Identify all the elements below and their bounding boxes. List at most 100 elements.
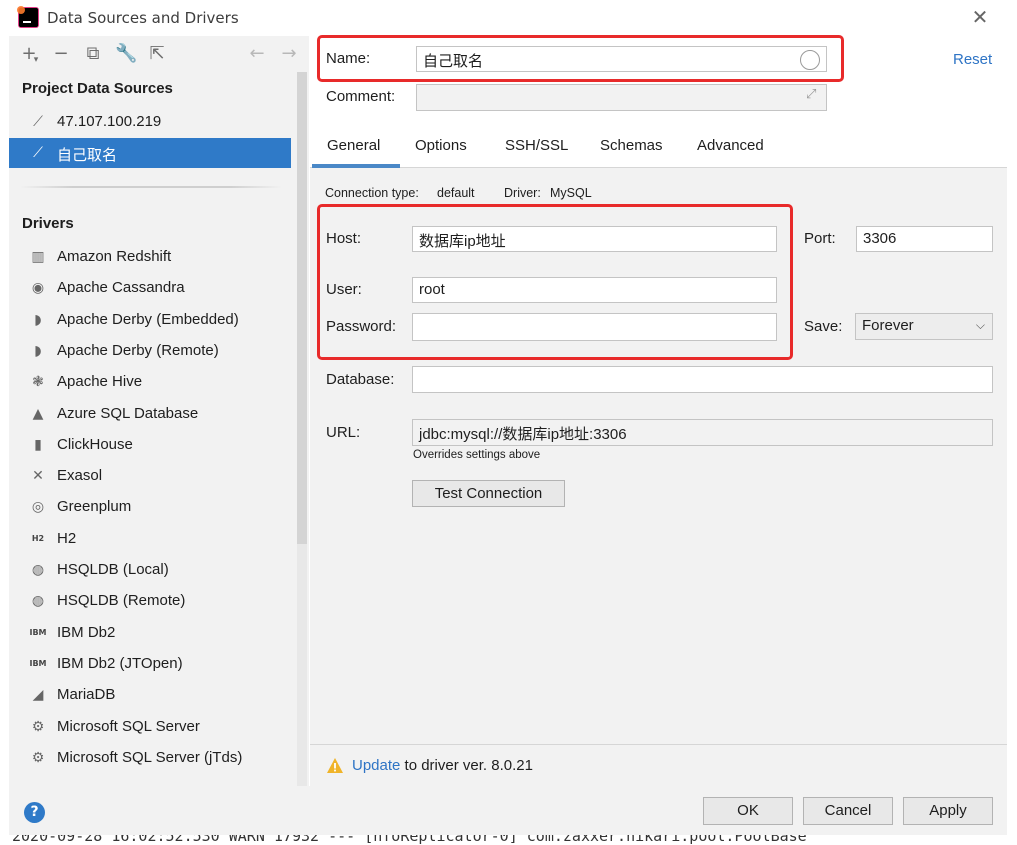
driver-item[interactable]: ▲ Azure SQL Database bbox=[9, 399, 291, 429]
ibm-db2-icon: IBM bbox=[29, 628, 47, 637]
driver-item[interactable]: ◢ MariaDB bbox=[9, 680, 291, 710]
driver-item[interactable]: ◎ Greenplum bbox=[9, 492, 291, 522]
clickhouse-bars-icon: ▮ bbox=[34, 437, 42, 453]
left-toolbar: + ▾ − ⧉ 🔧 ⇱ ← → bbox=[9, 36, 309, 72]
mysql-dolphin-icon: ⟋ bbox=[33, 145, 43, 161]
duplicate-icon[interactable]: ⧉ bbox=[83, 44, 103, 64]
connection-type-link[interactable]: default bbox=[437, 186, 475, 200]
url-note: Overrides settings above bbox=[413, 449, 541, 461]
remove-icon[interactable]: − bbox=[51, 44, 71, 64]
ibm-db2-icon: IBM bbox=[29, 659, 47, 668]
save-select-value: Forever bbox=[862, 317, 914, 334]
back-arrow-icon[interactable]: ← bbox=[247, 44, 267, 64]
driver-item[interactable]: ◍ HSQLDB (Local) bbox=[9, 555, 291, 585]
tab-ssh-ssl[interactable]: SSH/SSL bbox=[505, 137, 568, 154]
mariadb-seal-icon: ◢ bbox=[32, 687, 44, 703]
database-field[interactable] bbox=[412, 366, 993, 393]
data-source-item[interactable]: ⟋ 47.107.100.219 bbox=[9, 107, 291, 137]
driver-item[interactable]: ⚙ Microsoft SQL Server bbox=[9, 712, 291, 742]
sql-server-icon: ⚙ bbox=[31, 719, 45, 735]
background-console: 2020-09-28 16:02:52.530 WARN 17932 --- [… bbox=[0, 835, 1017, 845]
active-tab-indicator bbox=[312, 164, 400, 168]
driver-label: Amazon Redshift bbox=[57, 248, 172, 265]
driver-label: Driver: bbox=[504, 186, 541, 200]
driver-label: Exasol bbox=[57, 467, 103, 484]
data-source-label: 自己取名 bbox=[57, 147, 118, 164]
cancel-button[interactable]: Cancel bbox=[803, 797, 893, 825]
reset-link[interactable]: Reset bbox=[953, 51, 992, 68]
driver-item[interactable]: ◉ Apache Cassandra bbox=[9, 273, 291, 303]
port-label: Port: bbox=[804, 230, 836, 247]
driver-item[interactable]: ◗ Apache Derby (Embedded) bbox=[9, 305, 291, 335]
window-title: Data Sources and Drivers bbox=[47, 9, 239, 27]
driver-label: MariaDB bbox=[57, 686, 116, 703]
data-source-item[interactable]: ⟋ 自己取名 bbox=[9, 138, 291, 168]
driver-item[interactable]: ◍ HSQLDB (Remote) bbox=[9, 586, 291, 616]
port-field[interactable]: 3306 bbox=[856, 226, 993, 252]
tab-schemas[interactable]: Schemas bbox=[600, 137, 663, 154]
close-icon[interactable]: ✕ bbox=[970, 6, 990, 28]
driver-item[interactable]: ◗ Apache Derby (Remote) bbox=[9, 336, 291, 366]
greenplum-circle-icon: ◎ bbox=[31, 499, 45, 515]
comment-field[interactable] bbox=[416, 84, 827, 111]
hsqldb-icon: ◍ bbox=[31, 562, 45, 578]
connection-type-label: Connection type: bbox=[325, 186, 419, 200]
driver-item[interactable]: IBM IBM Db2 (JTOpen) bbox=[9, 649, 291, 679]
hive-bee-icon: ❃ bbox=[32, 374, 44, 390]
apply-button[interactable]: Apply bbox=[903, 797, 993, 825]
amazon-redshift-icon: ▥ bbox=[31, 249, 45, 265]
derby-hat-icon: ◗ bbox=[34, 343, 42, 359]
driver-item[interactable]: IBM IBM Db2 bbox=[9, 618, 291, 648]
driver-label: ClickHouse bbox=[57, 436, 133, 453]
driver-item[interactable]: ▮ ClickHouse bbox=[9, 430, 291, 460]
test-connection-button[interactable]: Test Connection bbox=[412, 480, 565, 507]
driver-item[interactable]: ⚙ Microsoft SQL Server (jTds) bbox=[9, 743, 291, 773]
driver-label: Apache Derby (Remote) bbox=[57, 342, 219, 359]
driver-label: HSQLDB (Local) bbox=[57, 561, 169, 578]
ok-button[interactable]: OK bbox=[703, 797, 793, 825]
tab-advanced[interactable]: Advanced bbox=[697, 137, 764, 154]
warning-icon bbox=[327, 758, 343, 773]
driver-item[interactable]: ❃ Apache Hive bbox=[9, 367, 291, 397]
driver-item[interactable]: H2 H2 bbox=[9, 524, 291, 554]
help-icon[interactable]: ? bbox=[24, 802, 45, 823]
divider bbox=[20, 186, 282, 188]
drivers-heading: Drivers bbox=[22, 215, 74, 232]
save-select[interactable]: Forever ⌵ bbox=[855, 313, 993, 340]
highlight-name-box bbox=[317, 35, 844, 82]
chevron-down-icon: ⌵ bbox=[975, 318, 985, 332]
driver-label: Greenplum bbox=[57, 498, 132, 515]
tab-general[interactable]: General bbox=[327, 137, 380, 154]
database-label: Database: bbox=[326, 371, 395, 388]
driver-label: Microsoft SQL Server bbox=[57, 718, 200, 735]
url-field[interactable]: jdbc:mysql://数据库ip地址:3306 bbox=[412, 419, 993, 446]
left-scrollbar-track[interactable] bbox=[297, 544, 307, 786]
left-scrollbar-thumb[interactable] bbox=[297, 72, 307, 544]
driver-label: Apache Hive bbox=[57, 373, 143, 390]
exasol-x-icon: ✕ bbox=[32, 468, 44, 484]
console-log-line: 2020-09-28 16:02:52.530 WARN 17932 --- [… bbox=[12, 835, 807, 845]
footer-divider bbox=[310, 744, 1007, 745]
derby-hat-icon: ◗ bbox=[34, 312, 42, 328]
chevron-down-icon[interactable]: ▾ bbox=[31, 50, 41, 70]
wrench-icon[interactable]: 🔧 bbox=[115, 44, 137, 64]
update-notice: Update to driver ver. 8.0.21 bbox=[352, 757, 533, 774]
driver-label: IBM Db2 (JTOpen) bbox=[57, 655, 183, 672]
driver-label: Microsoft SQL Server (jTds) bbox=[57, 749, 243, 766]
driver-label: H2 bbox=[57, 530, 77, 547]
update-link[interactable]: Update bbox=[352, 757, 400, 774]
azure-triangle-icon: ▲ bbox=[32, 406, 44, 422]
update-text: to driver ver. 8.0.21 bbox=[400, 757, 533, 774]
h2-badge-icon: H2 bbox=[31, 534, 45, 543]
driver-item[interactable]: ▥ Amazon Redshift bbox=[9, 242, 291, 272]
driver-item[interactable]: ✕ Exasol bbox=[9, 461, 291, 491]
save-label: Save: bbox=[804, 318, 843, 335]
sql-server-icon: ⚙ bbox=[31, 750, 45, 766]
expand-icon[interactable]: ⤢ bbox=[806, 87, 816, 102]
tabs-separator bbox=[310, 167, 1007, 168]
tab-options[interactable]: Options bbox=[415, 137, 467, 154]
data-source-label: 47.107.100.219 bbox=[57, 113, 162, 130]
driver-link[interactable]: MySQL bbox=[550, 186, 592, 200]
forward-arrow-icon[interactable]: → bbox=[279, 44, 299, 64]
import-icon[interactable]: ⇱ bbox=[147, 44, 167, 64]
